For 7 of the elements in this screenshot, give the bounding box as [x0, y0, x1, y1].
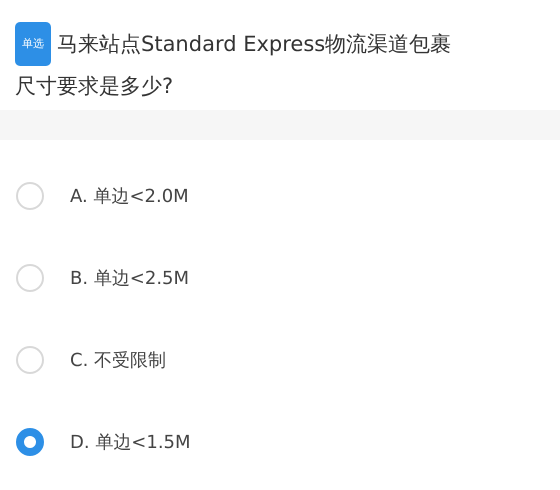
option-label[interactable]: D. 单边<1.5M	[70, 430, 191, 454]
option-label[interactable]: C. 不受限制	[70, 348, 166, 372]
radio-button[interactable]	[16, 428, 44, 456]
option-label[interactable]: B. 单边<2.5M	[70, 266, 190, 290]
option-label[interactable]: A. 单边<2.0M	[70, 184, 189, 208]
question-text: 单选 马来站点Standard Express物流渠道包裹尺寸要求是多少?	[15, 22, 466, 106]
question-type-badge: 单选	[15, 22, 51, 66]
